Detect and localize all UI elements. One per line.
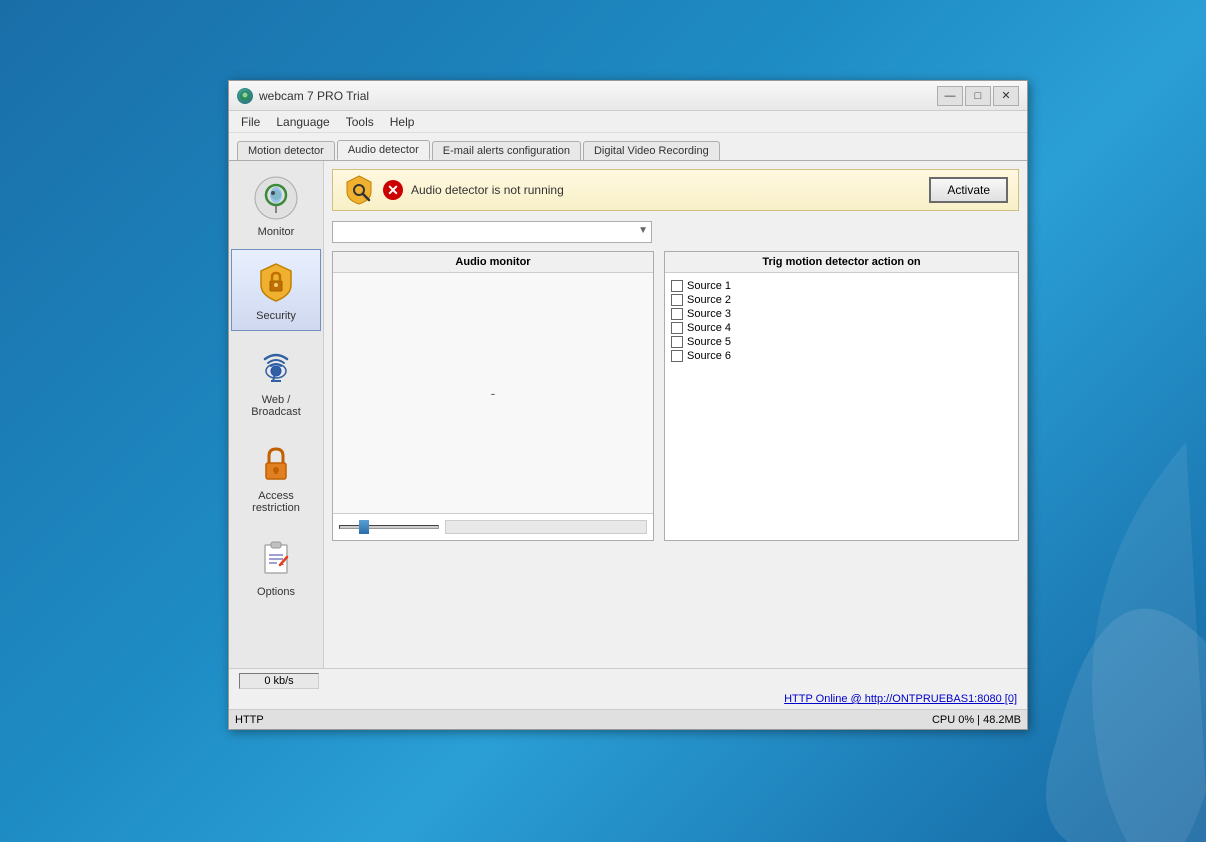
source-item: Source 4	[671, 321, 1012, 335]
source-label-2: Source 2	[687, 294, 731, 306]
source-checkbox-1[interactable]	[671, 280, 683, 292]
menu-bar: File Language Tools Help	[229, 111, 1027, 133]
source-label-6: Source 6	[687, 350, 731, 362]
alert-message: Audio detector is not running	[411, 183, 929, 197]
audio-monitor-title: Audio monitor	[333, 252, 653, 273]
minimize-button[interactable]: —	[937, 86, 963, 106]
slider-thumb[interactable]	[359, 520, 369, 534]
access-restriction-icon	[252, 438, 300, 486]
level-bar	[445, 520, 647, 534]
source-item: Source 1	[671, 279, 1012, 293]
activate-button[interactable]: Activate	[929, 177, 1008, 203]
alert-bar: ✕ Audio detector is not running Activate	[332, 169, 1019, 211]
content-panel: ✕ Audio detector is not running Activate…	[324, 161, 1027, 668]
monitor-icon	[252, 174, 300, 222]
menu-language[interactable]: Language	[268, 113, 337, 131]
source-checkbox-4[interactable]	[671, 322, 683, 334]
source-item: Source 5	[671, 335, 1012, 349]
dropdown-row: ▼	[332, 221, 1019, 243]
audio-controls	[333, 513, 653, 540]
sidebar-item-access[interactable]: Access restriction	[231, 429, 321, 523]
menu-help[interactable]: Help	[382, 113, 423, 131]
source-checkbox-6[interactable]	[671, 350, 683, 362]
trig-panel-title: Trig motion detector action on	[665, 252, 1018, 273]
sidebar-item-options[interactable]: Options	[231, 525, 321, 607]
source-label-4: Source 4	[687, 322, 731, 334]
app-icon	[237, 88, 253, 104]
source-checkbox-3[interactable]	[671, 308, 683, 320]
sidebar-label-options: Options	[257, 586, 295, 598]
sidebar-label-broadcast: Web / Broadcast	[236, 394, 316, 418]
trig-motion-panel: Trig motion detector action on Source 1S…	[664, 251, 1019, 541]
menu-tools[interactable]: Tools	[338, 113, 382, 131]
bottom-cpu-status: CPU 0% | 48.2MB	[932, 714, 1021, 726]
alert-shield-icon	[343, 174, 375, 206]
window-controls: — □ ✕	[937, 86, 1019, 106]
tab-email-alerts[interactable]: E-mail alerts configuration	[432, 141, 581, 160]
tab-audio-detector[interactable]: Audio detector	[337, 140, 430, 160]
title-bar: webcam 7 PRO Trial — □ ✕	[229, 81, 1027, 111]
source-label-3: Source 3	[687, 308, 731, 320]
source-item: Source 2	[671, 293, 1012, 307]
source-label-5: Source 5	[687, 336, 731, 348]
sidebar-label-monitor: Monitor	[258, 226, 295, 238]
source-dropdown-wrap: ▼	[332, 221, 652, 243]
main-content: Monitor Security	[229, 161, 1027, 668]
audio-dash: -	[491, 385, 496, 401]
window-title: webcam 7 PRO Trial	[259, 89, 937, 103]
source-label-1: Source 1	[687, 280, 731, 292]
tab-bar: Motion detector Audio detector E-mail al…	[229, 133, 1027, 161]
bottom-bar: HTTP CPU 0% | 48.2MB	[229, 709, 1027, 729]
kb-indicator: 0 kb/s	[239, 673, 319, 689]
menu-file[interactable]: File	[233, 113, 268, 131]
trig-content: Source 1 Source 2 Source 3 Source 4 Source 5…	[665, 273, 1018, 540]
sidebar-label-access: Access restriction	[236, 490, 316, 514]
bottom-http-status: HTTP	[235, 714, 264, 726]
source-checkbox-5[interactable]	[671, 336, 683, 348]
sidebar-item-security[interactable]: Security	[231, 249, 321, 331]
error-icon: ✕	[383, 180, 403, 200]
source-dropdown[interactable]	[332, 221, 652, 243]
slider-track	[339, 525, 439, 529]
sidebar: Monitor Security	[229, 161, 324, 668]
sidebar-item-monitor[interactable]: Monitor	[231, 165, 321, 247]
options-icon	[252, 534, 300, 582]
tab-digital-video[interactable]: Digital Video Recording	[583, 141, 720, 160]
sidebar-item-broadcast[interactable]: Web / Broadcast	[231, 333, 321, 427]
sidebar-label-security: Security	[256, 310, 296, 322]
audio-monitor-panel: Audio monitor -	[332, 251, 654, 541]
status-bar: 0 kb/s HTTP Online @ http://ONTPRUEBAS1:…	[229, 668, 1027, 709]
broadcast-icon	[252, 342, 300, 390]
security-icon	[252, 258, 300, 306]
source-checkbox-2[interactable]	[671, 294, 683, 306]
audio-monitor-content: -	[333, 273, 653, 513]
kb-row: 0 kb/s	[239, 673, 1017, 689]
source-item: Source 3	[671, 307, 1012, 321]
panels-row: Audio monitor - Trig motion detector	[332, 251, 1019, 541]
source-item: Source 6	[671, 349, 1012, 363]
volume-slider[interactable]	[339, 520, 439, 534]
close-button[interactable]: ✕	[993, 86, 1019, 106]
app-window: webcam 7 PRO Trial — □ ✕ File Language T…	[228, 80, 1028, 730]
http-link[interactable]: HTTP Online @ http://ONTPRUEBAS1:8080 [0…	[784, 693, 1017, 705]
tab-motion-detector[interactable]: Motion detector	[237, 141, 335, 160]
maximize-button[interactable]: □	[965, 86, 991, 106]
